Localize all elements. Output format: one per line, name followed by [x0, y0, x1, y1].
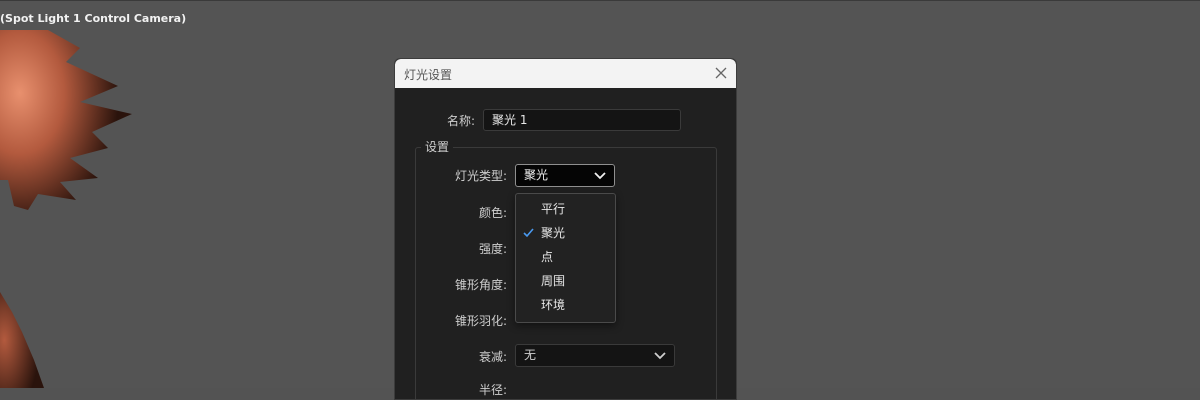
name-label: 名称: — [446, 114, 475, 128]
viewport-top-divider — [0, 0, 1200, 1]
name-field[interactable]: 聚光 1 — [483, 109, 681, 131]
camera-label: (Spot Light 1 Control Camera) — [0, 12, 187, 25]
light-type-label: 灯光类型: — [454, 169, 507, 183]
dialog-title: 灯光设置 — [404, 68, 453, 82]
falloff-label: 衰减: — [478, 350, 507, 364]
light-type-option-spot[interactable]: 聚光 — [516, 221, 615, 245]
light-type-option-environment[interactable]: 环境 — [516, 293, 615, 317]
option-label: 环境 — [541, 298, 566, 312]
light-type-select[interactable]: 聚光 — [515, 164, 615, 187]
light-type-option-ambient[interactable]: 周围 — [516, 269, 615, 293]
settings-group-title: 设置 — [421, 138, 454, 155]
checkmark-icon — [523, 228, 534, 238]
option-label: 聚光 — [541, 226, 566, 240]
dialog-titlebar[interactable]: 灯光设置 — [395, 59, 736, 88]
light-type-option-parallel[interactable]: 平行 — [516, 197, 615, 221]
cone-feather-label: 锥形羽化: — [454, 314, 507, 328]
option-label: 平行 — [541, 202, 566, 216]
falloff-select[interactable]: 无 — [515, 344, 675, 367]
light-type-option-point[interactable]: 点 — [516, 245, 615, 269]
light-type-value: 聚光 — [524, 168, 549, 182]
falloff-value: 无 — [524, 348, 537, 362]
color-label: 颜色: — [478, 206, 507, 220]
option-label: 点 — [541, 250, 554, 264]
option-label: 周围 — [541, 274, 566, 288]
intensity-label: 强度: — [478, 242, 507, 256]
chevron-down-icon — [594, 172, 606, 180]
light-type-dropdown: 平行 聚光 点 周围 环境 — [515, 193, 616, 323]
radius-label: 半径: — [478, 383, 507, 397]
chevron-down-icon — [654, 352, 666, 360]
3d-model-shape — [0, 30, 132, 388]
close-icon[interactable] — [714, 66, 728, 80]
cone-angle-label: 锥形角度: — [454, 278, 507, 292]
